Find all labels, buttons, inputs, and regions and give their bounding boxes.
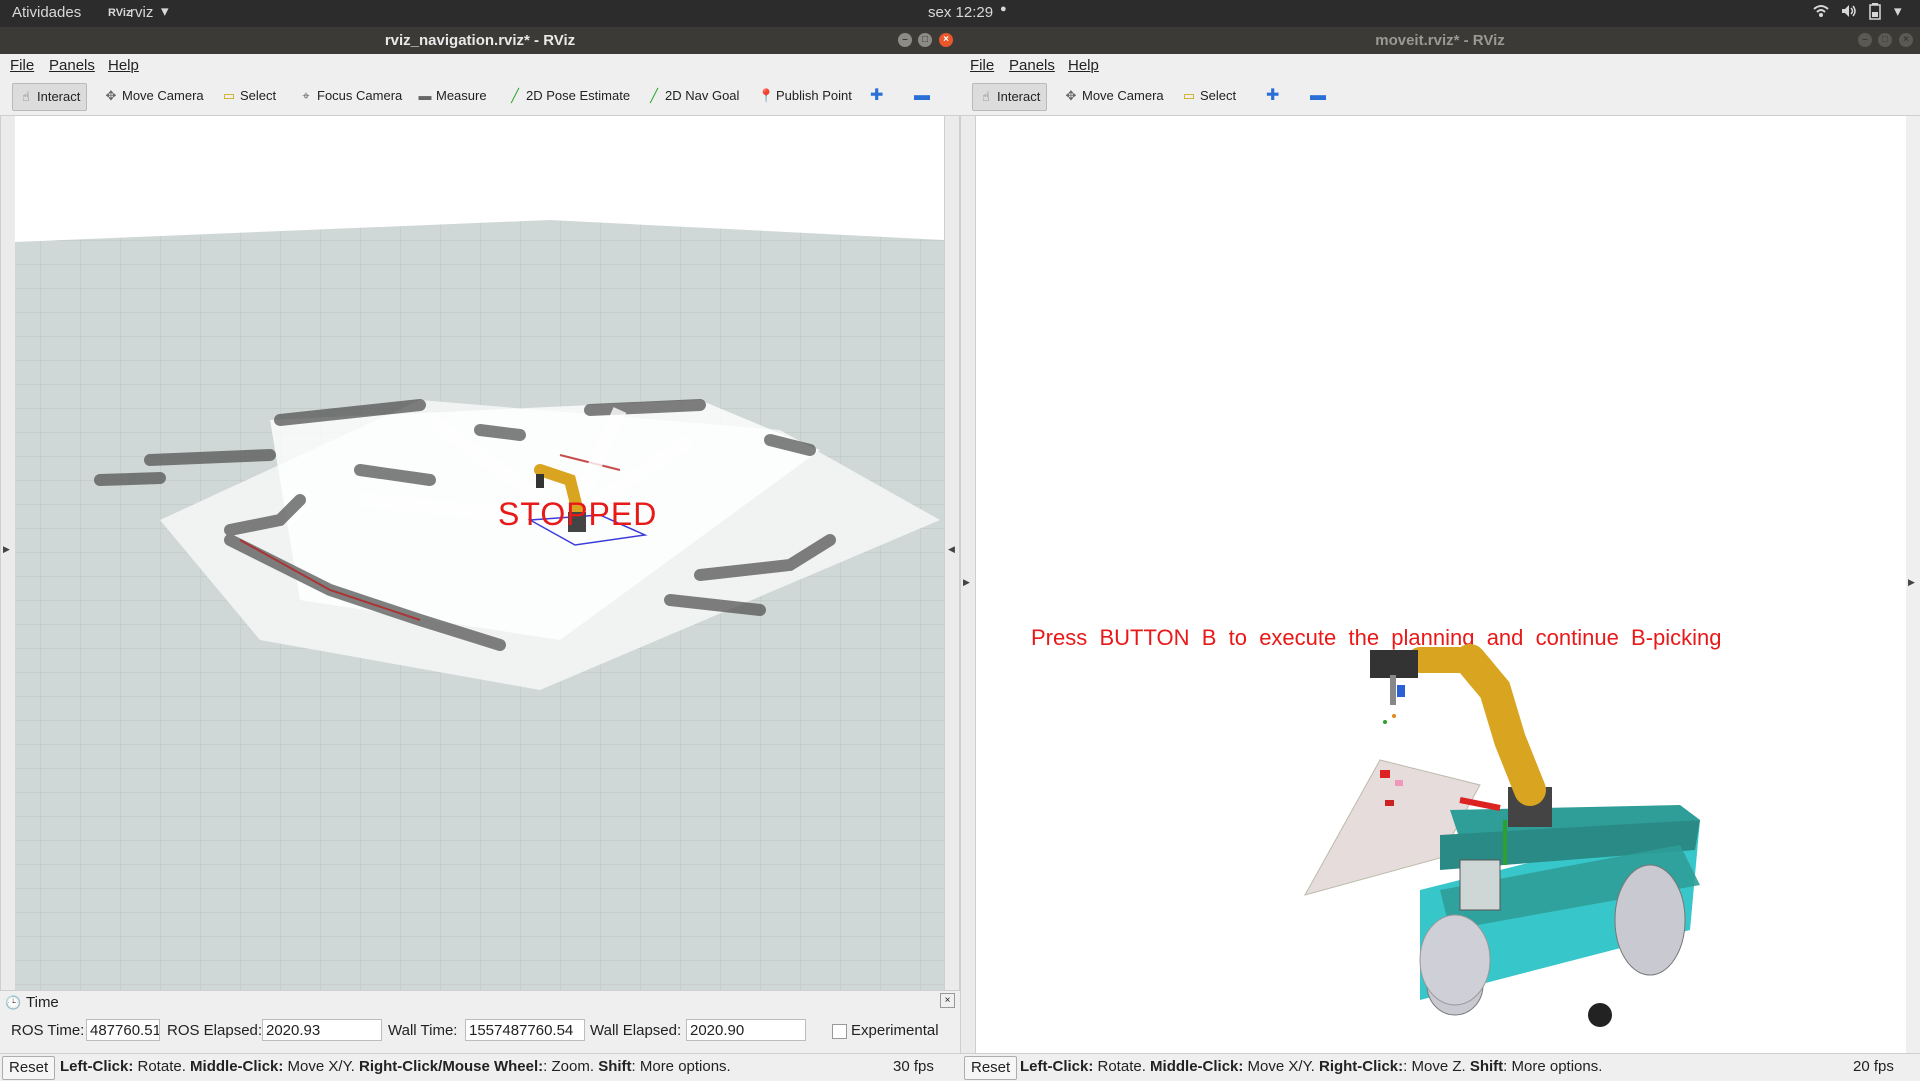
select-box-icon: ▭ (222, 88, 236, 103)
expand-right-arrow-icon[interactable]: ▶ (1908, 577, 1915, 588)
tool-move-camera[interactable]: ✥ Move Camera (98, 83, 210, 109)
map-pin-icon: 📍 (758, 88, 775, 103)
clock-icon: 🕒 (5, 995, 22, 1010)
right-window-title: moveit.rviz* - RViz (1375, 32, 1505, 49)
tool-2d-pose-estimate[interactable]: ╱ 2D Pose Estimate (502, 83, 636, 109)
minimize-icon[interactable]: – (898, 33, 912, 47)
remove-tool-icon[interactable]: ▬ (1304, 83, 1332, 109)
left-toolbar: ☝ Interact ✥ Move Camera ▭ Select ⌖ Focus Ca… (0, 77, 960, 116)
right-toolbar: ☝ Interact ✥ Move Camera ▭ Select ✚ ▬ (960, 77, 1920, 116)
experimental-label: Experimental (851, 1022, 939, 1039)
reset-button[interactable]: Reset (964, 1056, 1018, 1080)
green-arrow-icon: ╱ (650, 88, 658, 103)
hand-pointer-icon: ☝ (982, 89, 990, 104)
system-menu-chevron-icon[interactable]: ▾ (1894, 2, 1902, 20)
wall-elapsed-field[interactable]: 2020.90 (686, 1019, 806, 1041)
notification-dot-icon: ● (1000, 3, 1007, 15)
volume-icon[interactable] (1840, 3, 1858, 23)
menu-help[interactable]: Help (1068, 57, 1099, 74)
app-menu[interactable]: rviz (130, 4, 153, 21)
wall-elapsed-label: Wall Elapsed: (590, 1022, 682, 1039)
wifi-icon[interactable] (1813, 3, 1829, 23)
tool-select[interactable]: ▭ Select (216, 83, 282, 109)
reset-button[interactable]: Reset (2, 1056, 56, 1080)
close-icon[interactable]: × (939, 33, 953, 47)
tool-move-camera[interactable]: ✥ Move Camera (1058, 83, 1170, 109)
tool-measure[interactable]: ▬ Measure (412, 83, 493, 109)
select-box-icon: ▭ (1182, 88, 1196, 103)
tool-publish-point[interactable]: 📍 Publish Point (752, 83, 858, 109)
close-panel-icon[interactable]: × (940, 993, 955, 1008)
maximize-icon[interactable]: □ (1878, 33, 1892, 47)
focus-target-icon: ⌖ (302, 88, 310, 103)
left-menubar: File Panels Help (0, 54, 960, 77)
wall-time-field[interactable]: 1557487760.54 (465, 1019, 585, 1041)
stopped-overlay-text: STOPPED (498, 496, 658, 532)
close-icon[interactable]: × (1899, 33, 1913, 47)
menu-help[interactable]: Help (108, 57, 139, 74)
experimental-checkbox[interactable] (832, 1024, 847, 1039)
left-window-title: rviz_navigation.rviz* - RViz (384, 32, 576, 49)
expand-left-arrow-icon[interactable]: ▶ (963, 577, 970, 588)
system-top-bar: Atividades RViz rviz ▾ sex 12:29 ● ▾ (0, 0, 1920, 27)
remove-tool-icon[interactable]: ▬ (908, 83, 936, 109)
ros-time-label: ROS Time: (11, 1022, 85, 1039)
tool-focus-camera[interactable]: ⌖ Focus Camera (293, 83, 408, 109)
ros-time-field[interactable]: 487760.51 (86, 1019, 160, 1041)
left-status-hint: Left-Click: Rotate. Middle-Click: Move X… (60, 1058, 731, 1075)
expand-left-arrow-icon[interactable]: ▶ (3, 544, 10, 555)
tool-2d-nav-goal[interactable]: ╱ 2D Nav Goal (641, 83, 745, 109)
right-3d-viewport[interactable]: Press BUTTON B to execute the planning a… (976, 116, 1906, 1053)
battery-icon[interactable] (1869, 3, 1881, 24)
menu-file[interactable]: File (970, 57, 994, 74)
green-arrow-icon: ╱ (511, 88, 519, 103)
add-tool-icon[interactable]: ✚ (1260, 83, 1285, 109)
maximize-icon[interactable]: □ (918, 33, 932, 47)
fps-counter: 30 fps (893, 1058, 934, 1075)
minimize-icon[interactable]: – (1858, 33, 1872, 47)
left-3d-viewport[interactable]: STOPPED (15, 116, 944, 990)
wall-time-label: Wall Time: (388, 1022, 458, 1039)
menu-panels[interactable]: Panels (49, 57, 95, 74)
time-panel: 🕒 Time × ROS Time: 487760.51 ROS Elapsed… (0, 990, 960, 1045)
activities-button[interactable]: Atividades (12, 4, 81, 21)
clock[interactable]: sex 12:29 (928, 4, 993, 21)
ros-elapsed-label: ROS Elapsed: (167, 1022, 263, 1039)
ruler-icon: ▬ (418, 88, 432, 103)
ros-elapsed-field[interactable]: 2020.93 (262, 1019, 382, 1041)
right-status-hint: Left-Click: Rotate. Middle-Click: Move X… (1020, 1058, 1603, 1075)
left-window-titlebar[interactable]: rviz_navigation.rviz* - RViz – □ × (0, 27, 960, 54)
menu-panels[interactable]: Panels (1009, 57, 1055, 74)
right-status-bar: Reset Left-Click: Rotate. Middle-Click: … (960, 1053, 1920, 1081)
move-arrows-icon: ✥ (105, 88, 117, 103)
tool-interact[interactable]: ☝ Interact (972, 83, 1048, 111)
menu-file[interactable]: File (10, 57, 34, 74)
right-window-titlebar[interactable]: moveit.rviz* - RViz – □ × (960, 27, 1920, 54)
fps-counter: 20 fps (1853, 1058, 1894, 1075)
add-tool-icon[interactable]: ✚ (864, 83, 889, 109)
tool-select[interactable]: ▭ Select (1176, 83, 1242, 109)
left-status-bar: Reset Left-Click: Rotate. Middle-Click: … (0, 1053, 960, 1081)
time-panel-title: Time (26, 994, 59, 1011)
hand-pointer-icon: ☝ (22, 89, 30, 104)
move-arrows-icon: ✥ (1065, 88, 1077, 103)
right-menubar: File Panels Help (960, 54, 1920, 77)
tool-interact[interactable]: ☝ Interact (12, 83, 88, 111)
chevron-down-icon[interactable]: ▾ (161, 2, 169, 20)
expand-right-arrow-icon[interactable]: ◀ (948, 544, 955, 555)
rviz-app-icon: RViz (108, 7, 132, 19)
